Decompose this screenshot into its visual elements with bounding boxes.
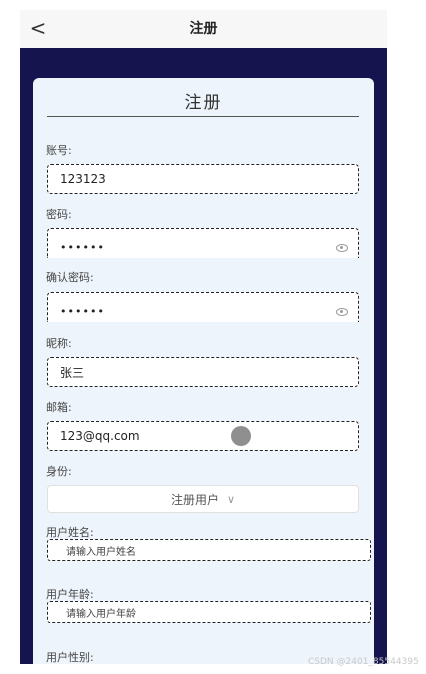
- age-label: 用户年龄:: [46, 588, 94, 601]
- nav-bar: < 注册: [20, 10, 387, 48]
- email-value: 123@qq.com: [60, 429, 140, 443]
- eye-icon[interactable]: [336, 244, 348, 252]
- account-value: 123123: [60, 172, 106, 186]
- account-label: 账号:: [46, 144, 72, 157]
- title-divider: [47, 116, 359, 117]
- register-card: 注册 账号: 123123 密码: •••••• 确认密码: •••••• 昵称…: [33, 78, 374, 664]
- nickname-input[interactable]: 张三: [47, 357, 359, 387]
- age-placeholder: 请输入用户年龄: [66, 608, 136, 620]
- age-input[interactable]: 请输入用户年龄: [47, 601, 371, 623]
- identity-value: 注册用户: [170, 492, 219, 507]
- confirm-password-value: ••••••: [60, 305, 105, 318]
- password-value: ••••••: [60, 241, 105, 254]
- realname-label: 用户姓名:: [46, 526, 94, 539]
- identity-select[interactable]: 注册用户 ∨: [47, 485, 359, 513]
- touch-cursor-indicator: [231, 426, 251, 446]
- confirm-password-input[interactable]: ••••••: [47, 292, 359, 322]
- password-input[interactable]: ••••••: [47, 228, 359, 258]
- gender-label: 用户性别:: [46, 651, 94, 664]
- identity-label: 身份:: [46, 465, 72, 478]
- watermark: CSDN @2401_85544395: [308, 657, 419, 667]
- password-label: 密码:: [46, 208, 72, 221]
- email-input[interactable]: 123@qq.com: [47, 421, 359, 451]
- realname-input[interactable]: 请输入用户姓名: [47, 539, 371, 561]
- eye-icon[interactable]: [336, 308, 348, 316]
- account-input[interactable]: 123123: [47, 164, 359, 194]
- page-title: 注册: [189, 21, 218, 37]
- nickname-value: 张三: [60, 365, 85, 380]
- realname-placeholder: 请输入用户姓名: [66, 546, 136, 558]
- nickname-label: 昵称:: [46, 337, 72, 350]
- confirm-password-label: 确认密码:: [46, 271, 94, 284]
- email-label: 邮箱:: [46, 401, 72, 414]
- chevron-down-icon: ∨: [226, 492, 236, 506]
- form-title: 注册: [184, 93, 223, 113]
